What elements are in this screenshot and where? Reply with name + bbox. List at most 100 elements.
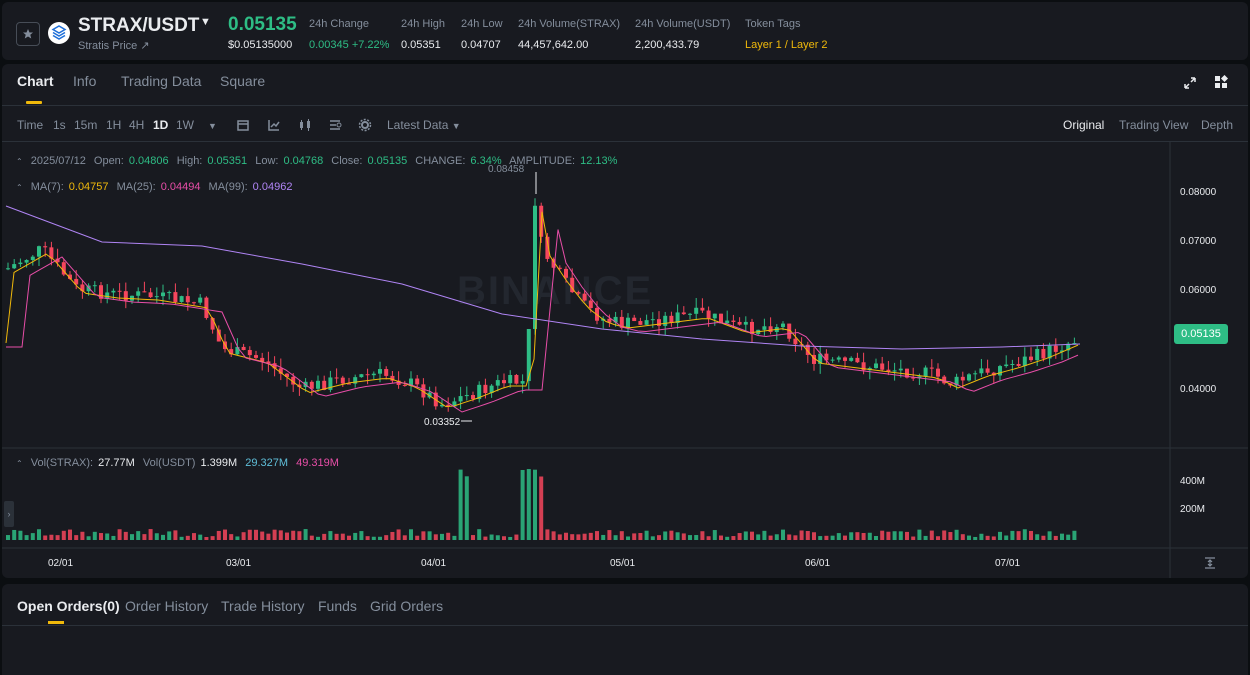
candle-body (663, 315, 668, 326)
volume-bar (309, 535, 314, 540)
candle-body (960, 376, 965, 381)
candle-body (880, 363, 885, 370)
volume-bar (508, 536, 513, 540)
volume-bar (595, 531, 599, 540)
volume-bar (836, 533, 841, 540)
pair-dropdown-icon[interactable]: ▼ (200, 16, 211, 28)
candle-body (185, 296, 190, 303)
volume-bar (582, 533, 587, 540)
volume-bar (737, 533, 742, 540)
volume-bar (1016, 531, 1021, 540)
candle-body (998, 366, 1002, 376)
expand-left-handle[interactable]: › (4, 501, 14, 527)
volume-bar (1010, 530, 1015, 540)
candle-body (849, 357, 854, 361)
candle-body (483, 384, 488, 394)
candle-body (632, 317, 637, 322)
candle-body (1041, 348, 1046, 359)
volume-bar (533, 469, 537, 540)
stat-label-token-tags: Token Tags (745, 18, 801, 30)
pair-symbol[interactable]: STRAX/USDT (78, 15, 199, 37)
candle-body (508, 375, 513, 384)
candle-body (359, 374, 364, 378)
volume-bar (824, 535, 829, 540)
candle-body (781, 323, 785, 328)
stat-value-24h-change: 0.00345 +7.22% (309, 39, 390, 51)
candlestick-chart[interactable]: 0.084580.03352 (2, 64, 1248, 578)
chevron-icon[interactable]: ⌃ (16, 183, 23, 192)
candle-body (1029, 356, 1033, 361)
volume-legend: ⌃ Vol(STRAX): 27.77M Vol(USDT) 1.399M 29.3… (16, 457, 344, 469)
volume-bar (669, 530, 674, 540)
candle-body (148, 292, 153, 298)
volume-bar (179, 536, 184, 540)
volume-bar (545, 529, 550, 540)
candle-body (638, 321, 643, 325)
volume-bar (6, 535, 10, 540)
tab-grid-orders[interactable]: Grid Orders (370, 598, 443, 614)
candle-body (1004, 364, 1009, 367)
candle-body (967, 374, 971, 381)
volume-bar (427, 531, 432, 540)
volume-bar (130, 534, 134, 540)
chevron-icon[interactable]: ⌃ (16, 157, 23, 166)
tab-open-orders[interactable]: Open Orders(0) (17, 598, 120, 614)
tab-trade-history[interactable]: Trade History (221, 598, 305, 614)
ma99-value: 0.04962 (252, 181, 293, 193)
candle-body (836, 357, 841, 360)
amplitude-value: 12.13% (580, 155, 618, 167)
volume-bar (61, 530, 66, 540)
volume-bar (719, 535, 723, 540)
volume-bar (446, 532, 451, 540)
candle-body (892, 370, 897, 372)
volume-bar (917, 529, 922, 540)
volume-bar (396, 529, 401, 540)
candle-body (117, 290, 122, 292)
volume-bar (694, 535, 699, 540)
volume-bar (588, 532, 593, 540)
volume-bar (1047, 531, 1052, 540)
candle-body (30, 256, 35, 261)
candle-body (495, 380, 500, 386)
volume-bar (626, 536, 630, 540)
candle-body (973, 373, 978, 375)
favorite-star-button[interactable] (16, 22, 40, 46)
volume-bar (607, 530, 612, 540)
ma7-value: 0.04757 (68, 181, 109, 193)
volume-bar (675, 532, 680, 540)
coin-price-link[interactable]: Stratis Price ↗ (78, 39, 150, 52)
volume-bar (880, 530, 885, 540)
tab-funds[interactable]: Funds (318, 598, 357, 614)
vol-strax-value: 27.77M (98, 457, 135, 469)
token-tags-link[interactable]: Layer 1 / Layer 2 (745, 39, 828, 51)
amplitude-label: AMPLITUDE: (509, 155, 576, 167)
volume-bar (235, 536, 240, 540)
scale-adjust-icon[interactable] (1204, 557, 1216, 569)
ma25-line (6, 229, 1079, 413)
date-tick: 03/01 (226, 558, 252, 569)
vol-strax-label: Vol(STRAX): (30, 457, 94, 469)
volume-bar (86, 536, 91, 540)
stat-label-volume-usdt: 24h Volume(USDT) (635, 18, 731, 30)
volume-bar (905, 531, 909, 540)
date-tick: 04/01 (421, 558, 447, 569)
last-price: 0.05135 (228, 14, 297, 35)
volume-bar (564, 532, 568, 540)
active-orders-tab-indicator (48, 621, 64, 624)
volume-bar (136, 531, 141, 540)
volume-bar (80, 531, 85, 540)
ohlc-date: 2025/07/12 (30, 155, 86, 167)
tab-order-history[interactable]: Order History (125, 598, 208, 614)
chevron-icon[interactable]: ⌃ (16, 459, 23, 468)
volume-bar (1004, 535, 1009, 540)
candle-body (582, 293, 587, 301)
low-label: Low: (255, 155, 279, 167)
candle-body (694, 307, 699, 314)
volume-bar (557, 534, 562, 540)
candle-body (923, 367, 928, 377)
candle-body (929, 367, 934, 369)
volume-bar (632, 533, 637, 540)
candle-body (92, 285, 97, 287)
price-tick: 0.08000 (1180, 187, 1217, 198)
volume-bar (384, 535, 389, 540)
